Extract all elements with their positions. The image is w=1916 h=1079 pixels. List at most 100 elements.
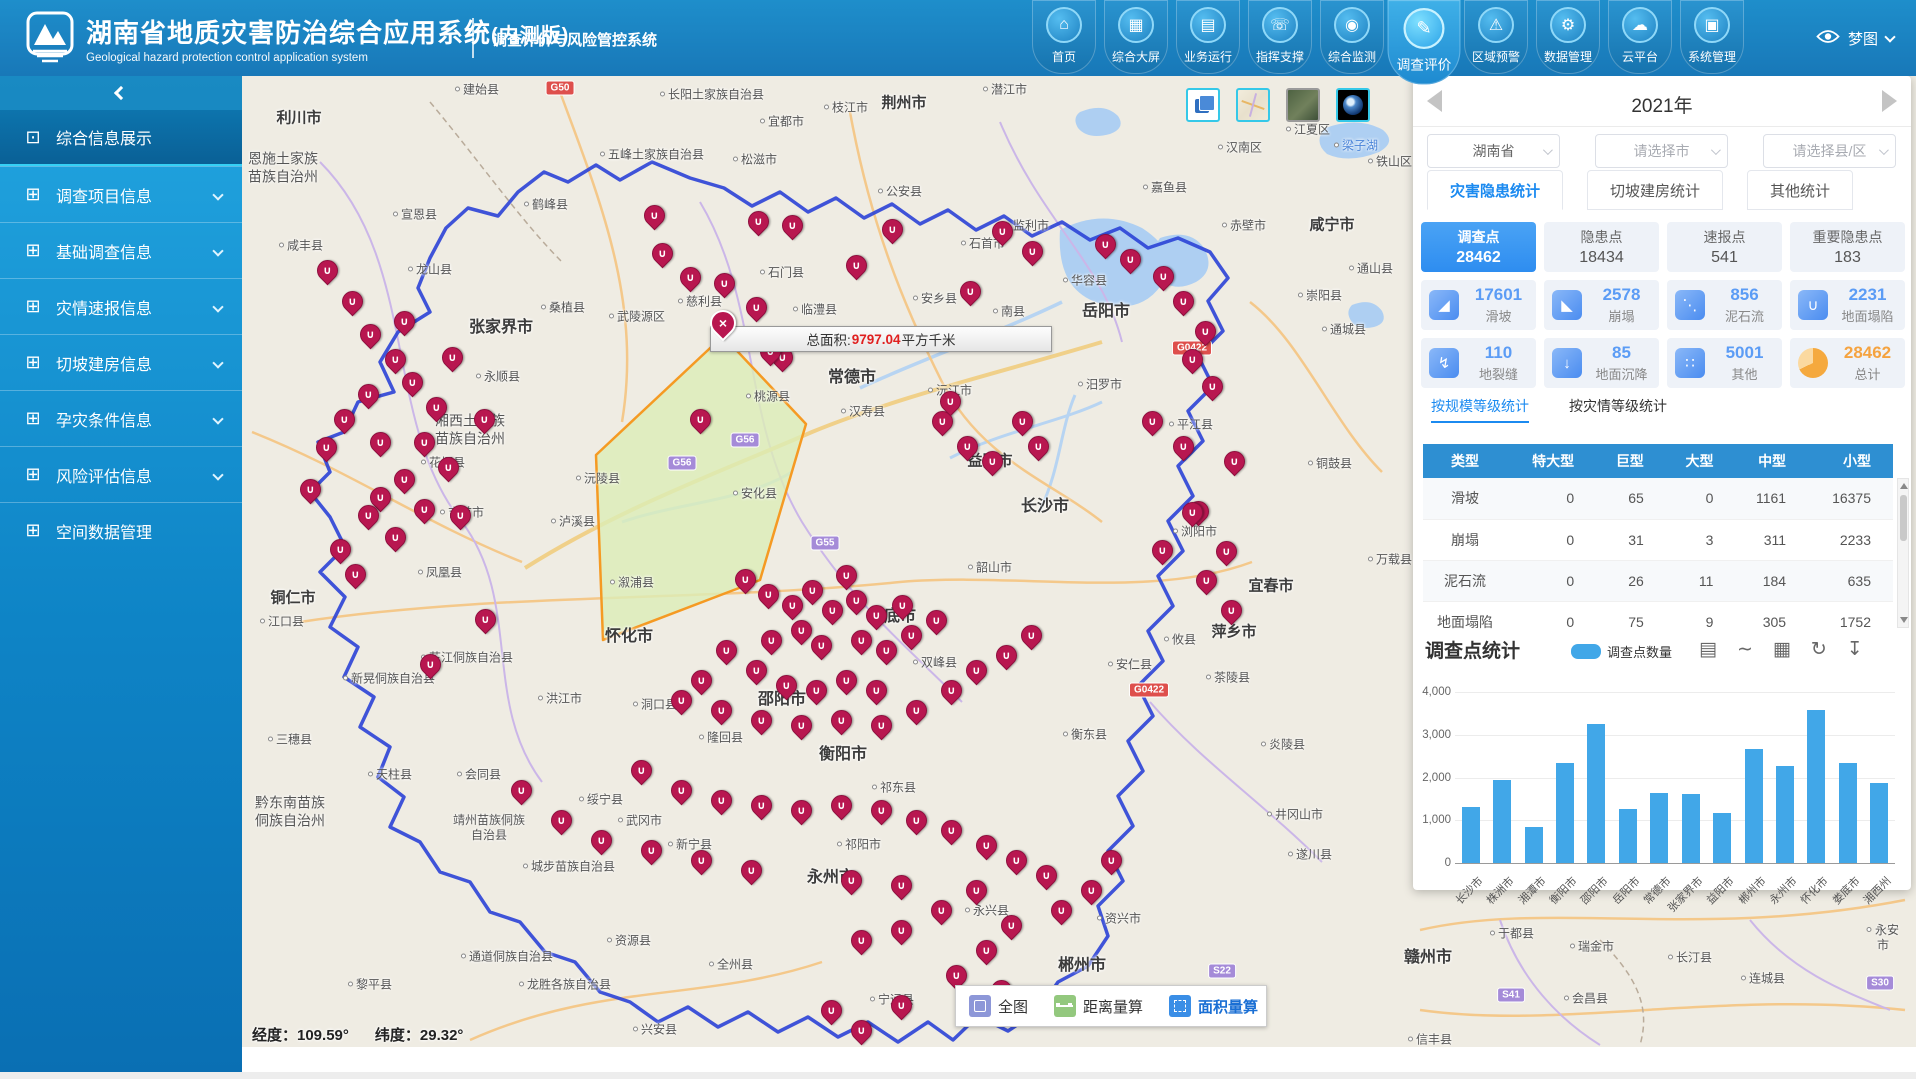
map-label: 通道侗族自治县 (461, 950, 553, 965)
sidebar-item-7[interactable]: ⊞风险评估信息 (0, 446, 242, 502)
hazard-box-总计: 28462总计 (1790, 338, 1905, 388)
monitor-icon: ◉ (1334, 7, 1370, 43)
scroll-up-icon[interactable] (1900, 483, 1908, 489)
region-select-3[interactable]: 请选择县/区 (1763, 134, 1896, 168)
sidebar-item-3[interactable]: ⊞基础调查信息 (0, 222, 242, 278)
bar-湘西州[interactable] (1870, 783, 1888, 863)
bar-衡阳市[interactable] (1556, 763, 1574, 863)
refresh-icon[interactable]: ↻ (1811, 638, 1827, 661)
landslide-pin-icon: ∪ (692, 851, 711, 870)
landslide-pin-icon: ∪ (552, 811, 571, 830)
landslide-pin-icon: ∪ (812, 636, 831, 655)
landslide-pin-icon: ∪ (961, 282, 980, 301)
nav-tab-1[interactable]: ⌂首页 (1032, 0, 1096, 74)
bar-益阳市[interactable] (1713, 813, 1731, 863)
longitude-value: 经度：109.59° (252, 1024, 349, 1045)
bar-长沙市[interactable] (1462, 807, 1480, 863)
sidebar-item-label: 调查项目信息 (56, 183, 152, 207)
stat-label: 隐患点 (1581, 227, 1623, 247)
nav-tab-label: 系统管理 (1688, 48, 1736, 65)
nav-tab-10[interactable]: ▣系统管理 (1680, 0, 1744, 74)
bar-常德市[interactable] (1650, 793, 1668, 863)
chevron-down-icon[interactable] (1884, 31, 1895, 42)
sidebar-item-1[interactable]: ⊡综合信息展示 (0, 110, 242, 166)
landslide-pin-icon: ∪ (877, 641, 896, 660)
bar-张家界市[interactable] (1682, 794, 1700, 863)
eye-icon[interactable] (1816, 29, 1840, 49)
sidebar-item-2[interactable]: ⊞ 调查项目信息 (0, 166, 242, 222)
map-label: 怀化市 (605, 627, 653, 647)
map-label: 井冈山市 (1267, 808, 1323, 823)
landslide-pin-icon: ∪ (1007, 851, 1026, 870)
landslide-pin-icon: ∪ (852, 1021, 871, 1040)
table-header-row: 类型特大型巨型大型中型小型 (1423, 444, 1893, 478)
nav-tab-8[interactable]: ⚙数据管理 (1536, 0, 1600, 74)
bar-chart-icon[interactable]: ▦ (1773, 638, 1791, 661)
landslide-pin-icon: ∪ (977, 836, 996, 855)
nav-tab-6[interactable]: ✎调查评价 (1388, 0, 1461, 84)
map-label: 华容县 (1063, 274, 1107, 289)
region-select-2[interactable]: 请选择市 (1595, 134, 1728, 168)
line-chart-icon[interactable]: ∼ (1737, 638, 1753, 661)
map-label: 荆州市 (881, 95, 926, 114)
place-dot-icon (965, 908, 970, 913)
nav-tab-5[interactable]: ◉综合监测 (1320, 0, 1384, 74)
map-tool-1[interactable]: 全图 (956, 995, 1041, 1017)
bar-永州市[interactable] (1776, 766, 1794, 863)
bar-湘潭市[interactable] (1525, 827, 1543, 863)
bar-株洲市[interactable] (1493, 780, 1511, 863)
stat-box-隐患点[interactable]: 隐患点18434 (1544, 222, 1659, 272)
place-dot-icon (541, 305, 546, 310)
stat-box-速报点[interactable]: 速报点541 (1667, 222, 1782, 272)
place-dot-icon (1222, 223, 1227, 228)
region-select-1[interactable]: 湖南省 (1427, 134, 1560, 168)
satellite-layer-button[interactable] (1286, 88, 1320, 122)
panel-tab-3[interactable]: 其他统计 (1747, 170, 1853, 210)
bar-娄底市[interactable] (1839, 763, 1857, 863)
landslide-pin-icon: ∪ (343, 292, 362, 311)
table-icon: ⊞ (22, 184, 44, 205)
map-tool-2[interactable]: 距离量算 (1041, 995, 1156, 1017)
stat-box-重要隐患点[interactable]: 重要隐患点183 (1790, 222, 1905, 272)
sidebar-item-4[interactable]: ⊞灾情速报信息 (0, 278, 242, 334)
table-scrollbar[interactable] (1897, 478, 1909, 628)
nav-tab-2[interactable]: ▦综合大屏 (1104, 0, 1168, 74)
user-menu[interactable]: 梦图 (1816, 28, 1894, 49)
hazard-text: 28462总计 (1836, 343, 1905, 383)
nav-tab-3[interactable]: ▤业务运行 (1176, 0, 1240, 74)
sidebar-item-5[interactable]: ⊞切坡建房信息 (0, 334, 242, 390)
sidebar-item-8[interactable]: ⊞空间数据管理 (0, 502, 242, 558)
nav-tab-4[interactable]: ☏指挥支撑 (1248, 0, 1312, 74)
map-tool-3[interactable]: 面积量算 (1156, 995, 1271, 1017)
bar-郴州市[interactable] (1745, 749, 1763, 863)
hazard-text: 2231地面塌陷 (1836, 285, 1905, 325)
data-view-icon[interactable]: ▤ (1699, 638, 1717, 661)
hazard-text: 856泥石流 (1713, 285, 1782, 325)
landslide-pin-icon: ∪ (747, 298, 766, 317)
nav-tab-7[interactable]: ⚠区域预警 (1464, 0, 1528, 74)
landslide-pin-icon: ∪ (335, 410, 354, 429)
scroll-down-icon[interactable] (1900, 617, 1908, 623)
landslide-pin-icon: ∪ (832, 711, 851, 730)
layers-button[interactable] (1186, 88, 1220, 122)
map-label: 龙山县 (408, 263, 452, 278)
sidebar-collapse-button[interactable] (0, 76, 242, 110)
bar-邵阳市[interactable] (1587, 724, 1605, 863)
panel-tab-2[interactable]: 切坡建房统计 (1587, 170, 1723, 210)
subtab-2[interactable]: 按灾情等级统计 (1569, 396, 1667, 423)
map-label: 黎平县 (348, 978, 392, 993)
sidebar-item-6[interactable]: ⊞孕灾条件信息 (0, 390, 242, 446)
street-layer-button[interactable] (1236, 88, 1270, 122)
stat-box-调查点[interactable]: 调查点28462 (1421, 222, 1536, 272)
place-dot-icon (1063, 732, 1068, 737)
chart-legend[interactable]: 调查点数量 (1571, 642, 1672, 661)
subtab-1[interactable]: 按规模等级统计 (1431, 396, 1529, 423)
scrollbar-thumb[interactable] (1900, 495, 1907, 541)
globe-layer-button[interactable] (1336, 88, 1370, 122)
download-icon[interactable]: ↧ (1847, 638, 1863, 661)
bar-怀化市[interactable] (1807, 710, 1825, 863)
next-year-button[interactable] (1882, 90, 1897, 112)
nav-tab-9[interactable]: ☁云平台 (1608, 0, 1672, 74)
bar-岳阳市[interactable] (1619, 809, 1637, 863)
panel-tab-1[interactable]: 灾害隐患统计 (1427, 170, 1563, 210)
